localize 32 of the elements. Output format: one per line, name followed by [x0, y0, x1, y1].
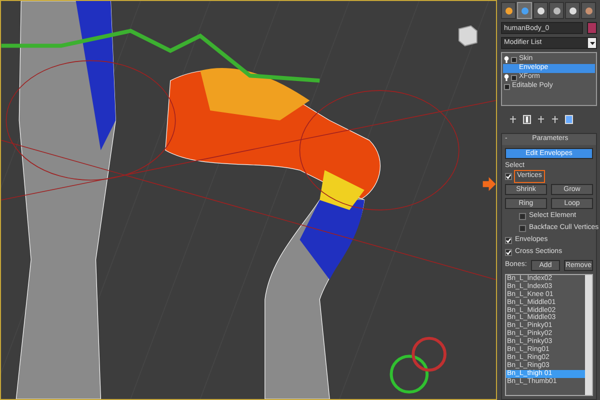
- motion-icon: [552, 6, 562, 16]
- checkbox[interactable]: [505, 237, 512, 244]
- utilities-icon: [584, 6, 594, 16]
- object-color-swatch[interactable]: [587, 22, 597, 34]
- hierarchy-icon: [536, 6, 546, 16]
- checkbox[interactable]: [519, 225, 526, 232]
- checkmark-icon: [506, 250, 511, 255]
- command-tab[interactable]: [501, 2, 516, 19]
- display-icon: [568, 6, 578, 16]
- expand-box-icon: [511, 56, 517, 62]
- command-tab[interactable]: [581, 2, 596, 19]
- show-end-result-icon[interactable]: [523, 115, 531, 124]
- checkmark-icon: [506, 174, 511, 179]
- checkbox[interactable]: [505, 173, 512, 180]
- modify-icon: [520, 6, 530, 16]
- 3d-viewport[interactable]: [0, 0, 497, 400]
- scrollbar[interactable]: [585, 275, 592, 395]
- command-tab[interactable]: [565, 2, 580, 19]
- gizmo-drawing[interactable]: [390, 336, 446, 394]
- command-tab[interactable]: [549, 2, 564, 19]
- lightbulb-icon: [504, 56, 509, 63]
- checkbox[interactable]: [505, 249, 512, 256]
- checkbox[interactable]: [519, 213, 526, 220]
- checkmark-icon: [506, 238, 511, 243]
- create-icon: [504, 6, 514, 16]
- lightbulb-icon: [504, 74, 509, 81]
- view-cube-icon[interactable]: [458, 25, 478, 46]
- dropdown-caret-icon: [590, 42, 594, 44]
- expand-box-icon: [511, 74, 517, 80]
- expand-box-icon: [504, 84, 510, 90]
- command-tab[interactable]: [533, 2, 548, 19]
- callout-arrow-icon: [482, 177, 496, 192]
